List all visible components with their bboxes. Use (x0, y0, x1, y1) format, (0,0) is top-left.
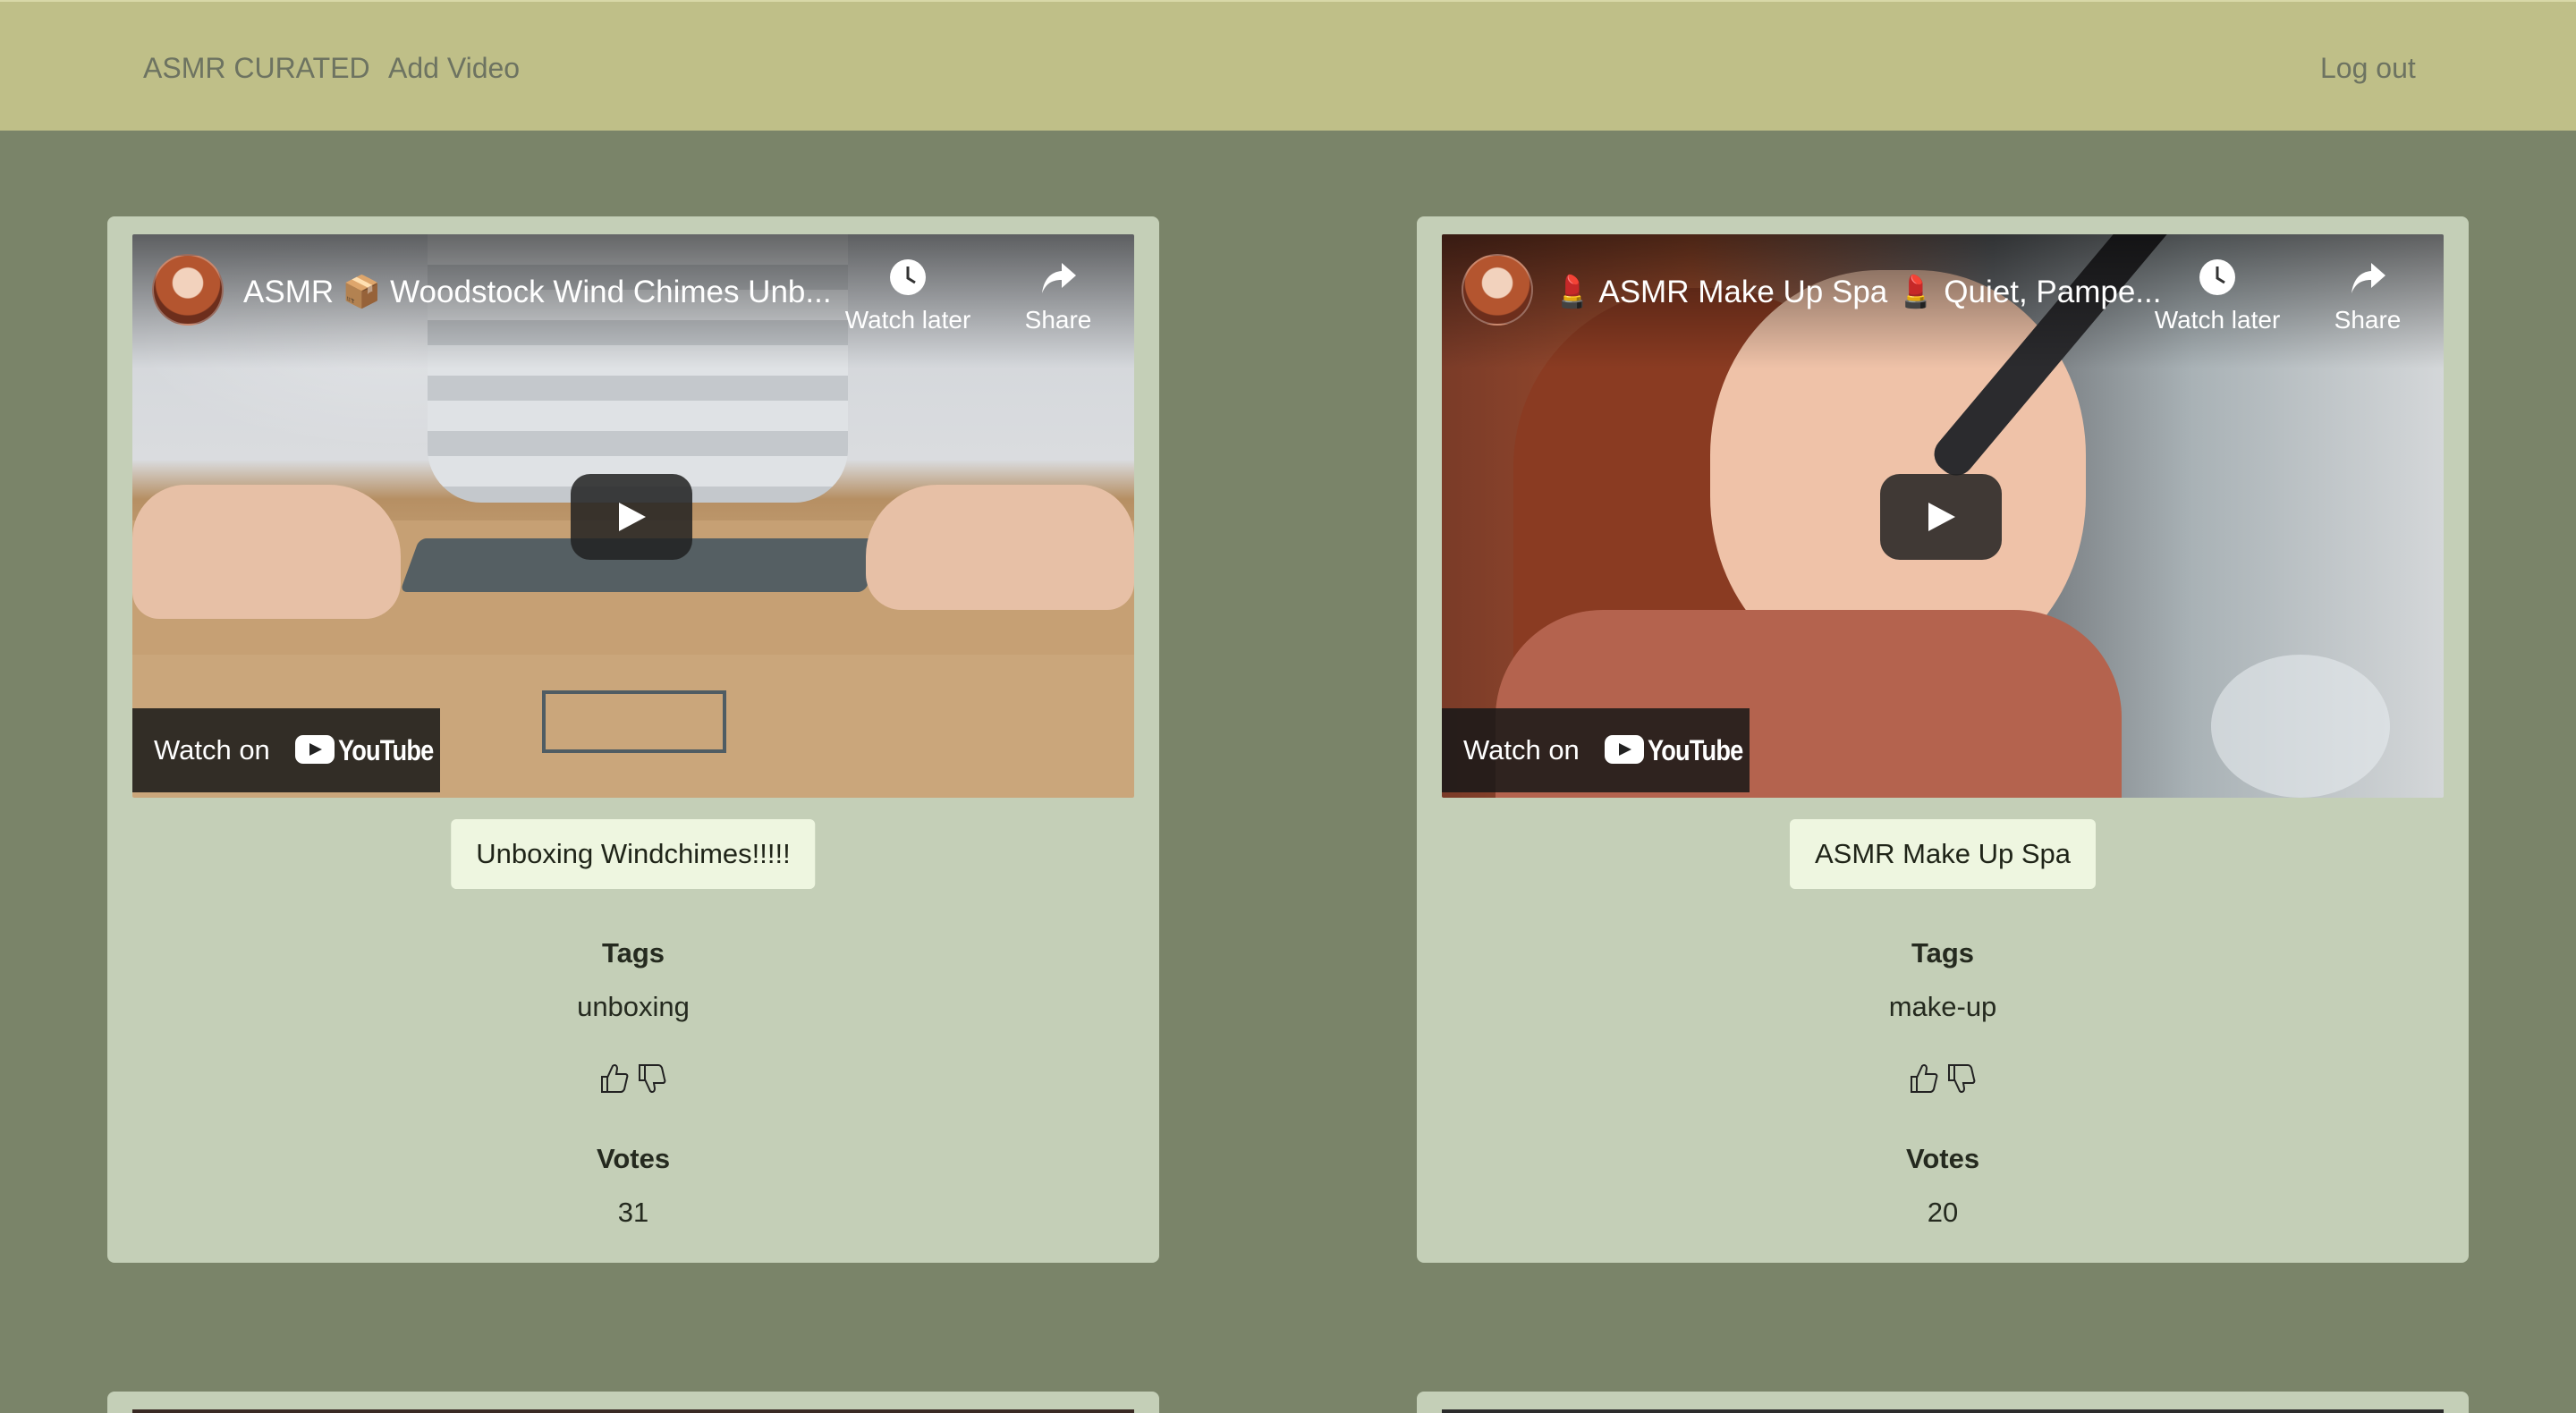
votes-count: 31 (617, 1197, 649, 1228)
share-button[interactable]: Share (2327, 258, 2408, 334)
video-title-button[interactable]: Unboxing Windchimes!!!!! (451, 819, 816, 889)
video-thumbnail-hand-left (132, 485, 401, 619)
add-video-link[interactable]: Add Video (388, 52, 520, 85)
youtube-logo-icon (1605, 735, 1644, 764)
video-embed[interactable]: 💄 ASMR Make Up Spa 💄 Quiet, Pampe... Wat… (1442, 234, 2444, 798)
channel-avatar[interactable] (1462, 254, 1533, 326)
video-embed-title[interactable]: ASMR 📦 Woodstock Wind Chimes Unb... (243, 274, 832, 310)
thumbs-down-icon[interactable] (1946, 1062, 1977, 1099)
watch-on-youtube-button[interactable]: Watch on YouTube (132, 708, 440, 792)
video-thumbnail-jar (2211, 655, 2390, 798)
video-embed-next[interactable] (1442, 1409, 2444, 1413)
watch-on-label: Watch on (154, 734, 270, 766)
share-arrow-icon (2351, 263, 2385, 293)
video-thumbnail-box-label (542, 690, 726, 753)
vote-controls (1909, 1062, 1977, 1099)
video-thumbnail-hand-right (866, 485, 1134, 610)
share-arrow-icon (1042, 263, 1076, 293)
youtube-logo-icon (295, 735, 335, 764)
video-card-next (107, 1392, 1159, 1413)
top-navbar: ASMR CURATED Add Video Log out (0, 0, 2576, 131)
tags-heading: Tags (601, 937, 665, 969)
youtube-wordmark: YouTube (338, 734, 434, 766)
video-card: ASMR 📦 Woodstock Wind Chimes Unb... Watc… (107, 216, 1159, 1263)
watch-later-label: Watch later (844, 306, 971, 334)
video-embed[interactable]: ASMR 📦 Woodstock Wind Chimes Unb... Watc… (132, 234, 1134, 798)
thumbs-up-icon[interactable] (1909, 1062, 1939, 1099)
votes-count: 20 (1927, 1197, 1959, 1228)
votes-heading: Votes (596, 1143, 671, 1174)
channel-avatar[interactable] (152, 254, 224, 326)
video-title-button[interactable]: ASMR Make Up Spa (1790, 819, 2096, 889)
vote-controls (599, 1062, 667, 1099)
play-icon (1928, 503, 1955, 531)
youtube-wordmark: YouTube (1648, 734, 1743, 766)
clock-icon (2199, 259, 2235, 295)
watch-later-button[interactable]: Watch later (841, 258, 975, 334)
watch-on-youtube-button[interactable]: Watch on YouTube (1442, 708, 1750, 792)
tag-value[interactable]: unboxing (107, 991, 1159, 1023)
video-embed-title[interactable]: 💄 ASMR Make Up Spa 💄 Quiet, Pampe... (1553, 274, 2161, 310)
clock-icon (890, 259, 926, 295)
logout-link[interactable]: Log out (2320, 52, 2416, 85)
video-card: 💄 ASMR Make Up Spa 💄 Quiet, Pampe... Wat… (1417, 216, 2469, 1263)
share-label: Share (1024, 306, 1092, 334)
play-button[interactable] (571, 474, 692, 560)
video-embed-next[interactable] (132, 1409, 1134, 1413)
share-button[interactable]: Share (1018, 258, 1098, 334)
tags-heading: Tags (1911, 937, 1975, 969)
thumbs-up-icon[interactable] (599, 1062, 630, 1099)
share-label: Share (2334, 306, 2402, 334)
votes-heading: Votes (1905, 1143, 1980, 1174)
watch-on-label: Watch on (1463, 734, 1580, 766)
play-button[interactable] (1880, 474, 2002, 560)
watch-later-label: Watch later (2154, 306, 2281, 334)
watch-later-button[interactable]: Watch later (2150, 258, 2284, 334)
thumbs-down-icon[interactable] (637, 1062, 667, 1099)
tag-value[interactable]: make-up (1417, 991, 2469, 1023)
video-card-next (1417, 1392, 2469, 1413)
play-icon (619, 503, 646, 531)
brand-link[interactable]: ASMR CURATED (143, 52, 370, 85)
